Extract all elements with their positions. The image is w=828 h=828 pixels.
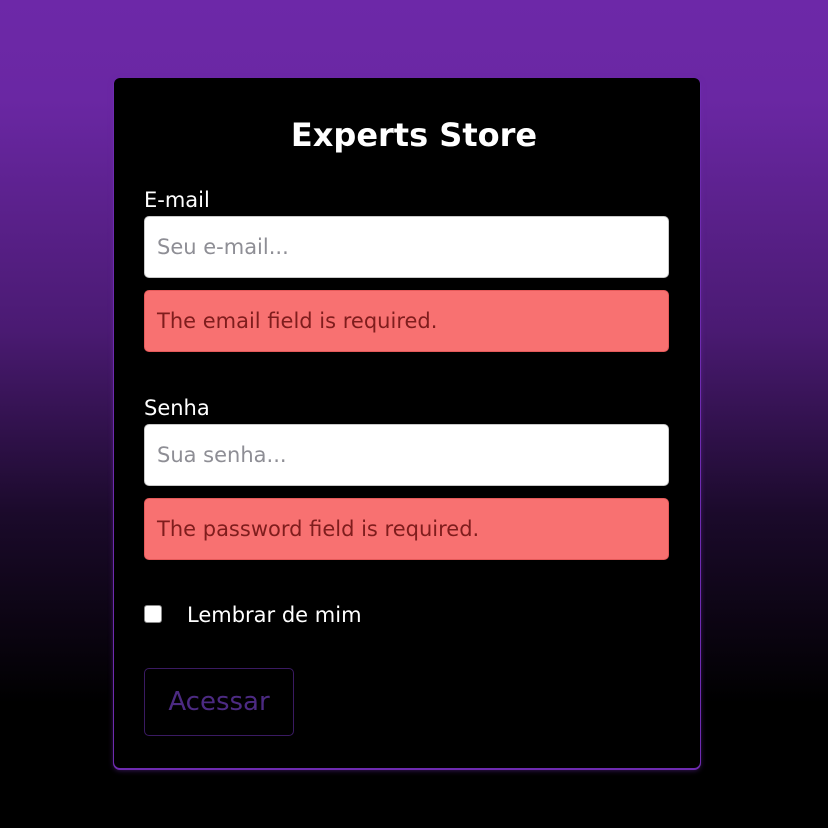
password-label: Senha [144, 396, 210, 420]
login-button-label: Acessar [168, 687, 270, 717]
password-field[interactable] [144, 424, 669, 486]
email-field[interactable] [144, 216, 669, 278]
login-button[interactable]: Acessar [144, 668, 294, 736]
remember-me-checkbox[interactable] [144, 605, 162, 623]
email-label: E-mail [144, 188, 210, 212]
password-error-text: The password field is required. [157, 517, 480, 541]
remember-me-label[interactable]: Lembrar de mim [187, 602, 362, 628]
page-title: Experts Store [290, 116, 538, 154]
login-card [114, 78, 700, 768]
email-error-text: The email field is required. [157, 309, 438, 333]
password-error-message: The password field is required. [144, 498, 669, 560]
email-error-message: The email field is required. [144, 290, 669, 352]
